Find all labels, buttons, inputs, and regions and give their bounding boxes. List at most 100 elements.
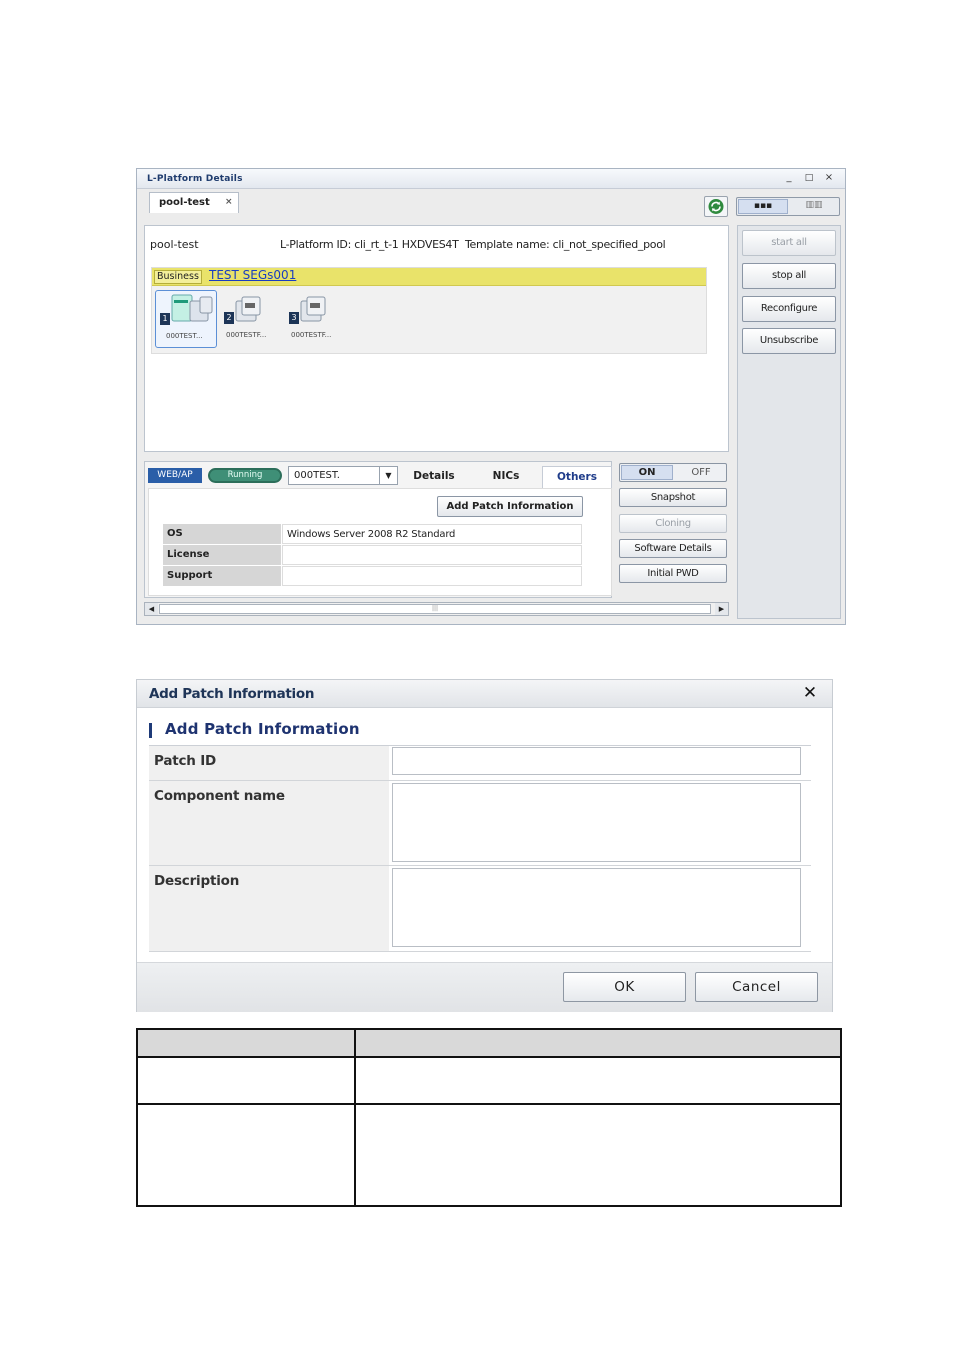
view-toggle: ▪▪▪ ▥▥ [736,197,840,216]
table-header-cell [136,1028,356,1058]
lplatform-info: L-Platform ID: cli_rt_t-1 HXDVES4T Templ… [280,238,666,251]
form-row-patch-id: Patch ID [149,746,811,781]
window-title: L-Platform Details [147,174,243,184]
table-row [136,1056,842,1105]
form-row-description: Description [149,866,811,952]
info-value: Windows Server 2008 R2 Standard [282,524,582,544]
initial-pwd-button[interactable]: Initial PWD [619,564,727,583]
component-name-label: Component name [149,781,389,865]
component-name-textarea[interactable] [392,783,801,862]
tab-close-icon[interactable]: × [225,197,233,207]
description-label: Description [149,866,389,951]
patch-id-input[interactable] [392,747,801,775]
table-cell [354,1103,842,1207]
info-row-os: OS Windows Server 2008 R2 Standard [163,524,583,545]
table-header-cell [354,1028,842,1058]
stop-all-button[interactable]: stop all [742,263,836,289]
business-label: Business [154,270,202,284]
maximize-icon[interactable]: □ [802,171,816,185]
section-title: Add Patch Information [165,720,360,738]
scroll-right-icon[interactable]: ▶ [715,603,728,615]
tab-label: pool-test [159,197,210,208]
software-details-button[interactable]: Software Details [619,539,727,558]
lplatform-overview-panel: pool-test L-Platform ID: cli_rt_t-1 HXDV… [144,225,729,452]
server-select[interactable]: 000TEST. ▼ [288,466,398,485]
lplatform-actions-panel: start all stop all Reconfigure Unsubscri… [737,225,841,619]
ok-button[interactable]: OK [563,972,686,1002]
form-row-component-name: Component name [149,781,811,866]
info-row-license: License [163,545,583,566]
segment-link[interactable]: TEST SEGs001 [209,268,296,282]
description-table [136,1028,842,1207]
table-header-row [136,1028,842,1058]
info-label: License [163,545,281,565]
close-icon[interactable]: × [822,171,836,185]
server-icon [300,296,326,322]
table-cell [354,1056,842,1105]
table-row [136,1103,842,1207]
power-on-button[interactable]: ON [621,465,673,480]
power-off-button[interactable]: OFF [676,465,726,480]
table-cell [136,1103,356,1207]
description-textarea[interactable] [392,868,801,947]
server-item-3[interactable]: 3 000TESTF... [285,290,347,348]
template-label: Template name: [464,238,550,251]
lplatform-id: cli_rt_t-1 HXDVES4T [354,238,459,251]
scrollbar-thumb[interactable]: ||| [159,604,711,614]
server-number: 1 [160,313,170,325]
horizontal-scrollbar[interactable]: ◀ ||| ▶ [144,602,729,616]
dialog-footer: OK Cancel [137,962,832,1012]
business-bar: Business TEST SEGs001 [152,268,706,286]
server-name: 000TESTF... [291,331,332,339]
template-name: cli_not_specified_pool [552,238,666,251]
minimize-icon[interactable]: _ [782,171,796,185]
info-value [282,545,582,565]
reconfigure-button[interactable]: Reconfigure [742,296,836,322]
tab-details[interactable]: Details [403,466,465,488]
add-patch-dialog: Add Patch Information ✕ Add Patch Inform… [136,679,833,1012]
cancel-button[interactable]: Cancel [695,972,818,1002]
section-marker [149,723,152,738]
add-patch-information-button[interactable]: Add Patch Information [437,496,583,517]
window-titlebar: L-Platform Details _ □ × [137,169,845,189]
server-icon [235,296,261,322]
server-name: 000TEST... [166,332,203,340]
tab-pool-test[interactable]: pool-test × [149,192,239,213]
refresh-button[interactable] [704,196,728,217]
dialog-header: Add Patch Information ✕ [137,680,832,708]
close-icon[interactable]: ✕ [801,683,819,703]
server-item-1[interactable]: 1 000TEST... [155,290,217,348]
snapshot-button[interactable]: Snapshot [619,488,727,507]
start-all-button[interactable]: start all [742,230,836,256]
server-type-badge: WEB/AP [148,468,202,483]
power-toggle: ON OFF [619,463,727,482]
info-value [282,566,582,586]
unsubscribe-button[interactable]: Unsubscribe [742,328,836,354]
scroll-left-icon[interactable]: ◀ [145,603,158,615]
server-item-2[interactable]: 2 000TESTF... [220,290,282,348]
view-icons-button[interactable]: ▪▪▪ [738,199,788,214]
table-cell [136,1056,356,1105]
refresh-icon [708,199,724,214]
tab-others[interactable]: Others [542,466,612,488]
others-tab-content: Add Patch Information OS Windows Server … [148,488,612,596]
server-number: 2 [224,312,234,324]
server-number: 3 [289,312,299,324]
info-label: OS [163,524,281,544]
server-name: 000TESTF... [226,331,267,339]
chevron-down-icon[interactable]: ▼ [379,467,397,484]
pool-name: pool-test [150,238,199,251]
info-label: Support [163,566,281,586]
server-group-icon [171,294,213,322]
tab-nics[interactable]: NICs [475,466,537,488]
patch-id-label: Patch ID [149,746,389,780]
dialog-title: Add Patch Information [149,686,315,702]
info-row-support: Support [163,566,583,587]
status-badge: Running [208,468,282,483]
server-select-value: 000TEST. [294,470,340,481]
business-segment-area: Business TEST SEGs001 1 000TEST... 2 000… [151,267,707,354]
server-details-panel: WEB/AP Running 000TEST. ▼ Details NICs O… [144,461,612,598]
view-list-button[interactable]: ▥▥ [790,199,838,214]
lplatform-id-label: L-Platform ID: [280,238,352,251]
cloning-button[interactable]: Cloning [619,514,727,533]
